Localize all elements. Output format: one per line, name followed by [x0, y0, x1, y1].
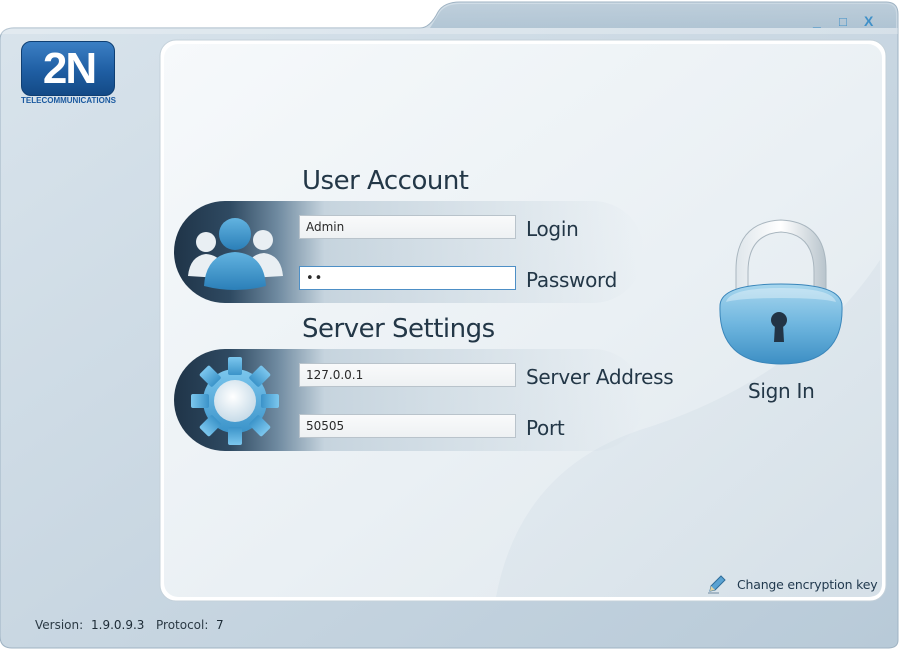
change-encryption-key-link[interactable]: Change encryption key — [737, 577, 878, 593]
protocol-value: 7 — [216, 618, 224, 632]
sign-in-label[interactable]: Sign In — [748, 378, 818, 404]
port-label: Port — [526, 416, 565, 440]
password-input[interactable] — [299, 266, 516, 290]
login-label: Login — [526, 217, 579, 241]
padlock-icon — [719, 219, 843, 365]
login-input[interactable] — [299, 215, 516, 239]
pencil-icon[interactable] — [707, 574, 727, 594]
server-settings-title: Server Settings — [302, 314, 495, 344]
port-input[interactable] — [299, 414, 516, 438]
maximize-button[interactable]: □ — [839, 13, 847, 31]
logo-subtitle: TELECOMMUNICATIONS — [21, 96, 116, 105]
version-label: Version: — [35, 618, 84, 632]
gear-icon — [191, 357, 279, 445]
close-button[interactable]: X — [864, 12, 873, 30]
logo-mark: 2N — [42, 44, 97, 93]
server-address-label: Server Address — [526, 365, 674, 389]
company-logo: 2N TELECOMMUNICATIONS — [21, 41, 116, 105]
server-address-input[interactable] — [299, 363, 516, 387]
users-icon — [188, 218, 283, 290]
protocol-label: Protocol: — [156, 618, 209, 632]
version-value: 1.9.0.9.3 — [91, 618, 145, 632]
user-account-title: User Account — [302, 166, 469, 196]
minimize-button[interactable]: _ — [813, 12, 821, 30]
password-label: Password — [526, 268, 618, 292]
logo-box: 2N — [21, 41, 115, 96]
